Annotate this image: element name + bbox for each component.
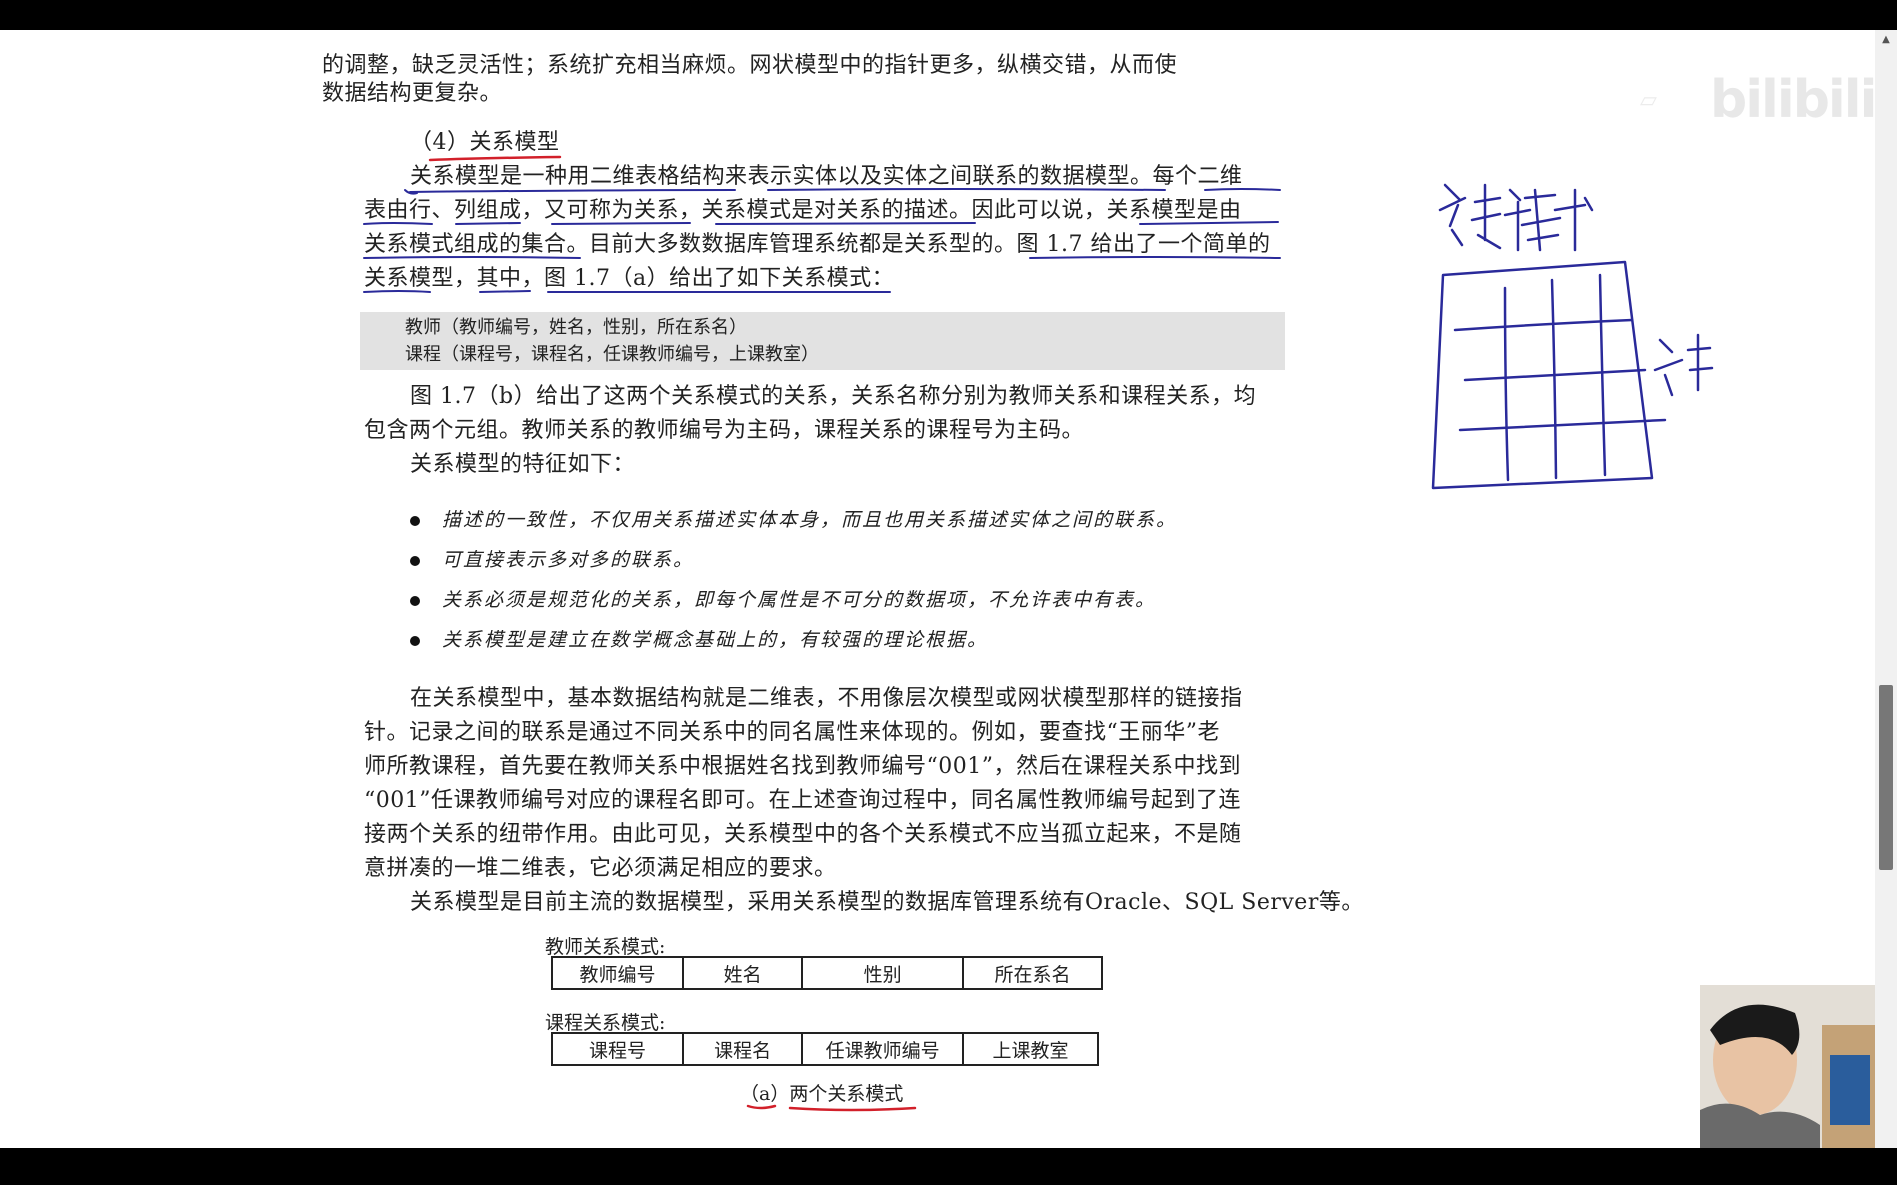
table-header-cell: 任课教师编号: [801, 1032, 964, 1066]
para1-line-3: 关系模式组成的集合。目前大多数数据库管理系统都是关系型的。图 1.7 给出了一个…: [364, 232, 1271, 257]
scroll-up-arrow-icon[interactable]: ▲: [1880, 34, 1892, 46]
presenter-webcam-overlay: [1700, 985, 1875, 1148]
bullet-dot-icon: [410, 596, 420, 606]
para3-line-2: 针。记录之间的联系是通过不同关系中的同名属性来体现的。例如，要查找“王丽华”老: [364, 720, 1220, 745]
caption-underline: [788, 1106, 917, 1112]
para2-line-2: 包含两个元组。教师关系的教师编号为主码，课程关系的课程号为主码。: [364, 418, 1085, 443]
hand-grid-v1: [1503, 286, 1510, 482]
teacher-schema-table: 教师编号 姓名 性别 所在系名: [550, 956, 1103, 990]
vertical-scrollbar[interactable]: ▲: [1875, 30, 1897, 1148]
para3-line-1: 在关系模型中，基本数据结构就是二维表，不用像层次模型或网状模型那样的链接指: [410, 686, 1243, 711]
table-header-cell: 姓名: [682, 956, 804, 990]
hand-text-left-3: [1503, 188, 1562, 252]
para3-line-4: “001”任课教师编号对应的课程名即可。在上述查询过程中，同名属性教师编号起到了…: [364, 788, 1241, 813]
hand-text-right: [1653, 333, 1714, 397]
heading-underline: [428, 155, 562, 162]
schema-line-teacher: 教师（教师编号，姓名，性别，所在系名）: [405, 317, 747, 338]
course-schema-label: 课程关系模式:: [545, 1012, 666, 1034]
para3-line-6: 意拼凑的一堆二维表，它必须满足相应的要求。: [364, 856, 837, 881]
intro-line-1: 的调整，缺乏灵活性；系统扩充相当麻烦。网状模型中的指针更多，纵横交错，从而使: [322, 53, 1178, 78]
bullet-dot-icon: [410, 556, 420, 566]
vertical-scrollbar-thumb[interactable]: [1879, 685, 1893, 870]
para2-line-3: 关系模型的特征如下：: [410, 452, 636, 477]
teacher-schema-label: 教师关系模式:: [545, 936, 666, 958]
para1-line-1: 关系模型是一种用二维表格结构来表示实体以及实体之间联系的数据模型。每个二维: [410, 164, 1243, 189]
feature-item: 描述的一致性，不仅用关系描述实体本身，而且也用关系描述实体之间的联系。: [410, 507, 1177, 533]
para3-line-5: 接两个关系的纽带作用。由此可见，关系模型中的各个关系模式不应当孤立起来，不是随: [364, 822, 1242, 847]
hand-grid-v2: [1550, 278, 1558, 480]
para3-line-3: 师所教课程，首先要在教师关系中根据姓名找到教师编号“001”，然后在课程关系中找…: [364, 754, 1241, 779]
bilibili-watermark-logo: bilibili: [1710, 70, 1875, 130]
feature-item: 可直接表示多对多的联系。: [410, 547, 694, 573]
table-header-cell: 教师编号: [550, 956, 685, 990]
watermark-logo-small: ▱: [1640, 88, 1657, 113]
caption-underline-a: [746, 1104, 777, 1110]
bullet-dot-icon: [410, 516, 420, 526]
bullet-dot-icon: [410, 636, 420, 646]
table-header-cell: 所在系名: [962, 956, 1103, 990]
table-header-cell: 课程号: [550, 1032, 685, 1066]
table-row: 教师编号 姓名 性别 所在系名: [550, 956, 1103, 990]
hand-grid-h2: [1463, 368, 1647, 382]
para3-line-7: 关系模型是目前主流的数据模型，采用关系模型的数据库管理系统有Oracle、SQL…: [410, 890, 1364, 915]
schema-box: 教师（教师编号，姓名，性别，所在系名） 课程（课程号，课程名，任课教师编号，上课…: [360, 312, 1285, 370]
hand-grid-h1: [1453, 318, 1634, 332]
figure-caption: （a）两个关系模式: [740, 1083, 904, 1105]
hand-text-left-2: [1470, 183, 1502, 250]
course-schema-table: 课程号 课程名 任课教师编号 上课教室: [550, 1032, 1100, 1066]
hand-grid-outline: [1431, 260, 1654, 490]
table-header-cell: 上课教室: [961, 1032, 1100, 1066]
table-header-cell: 课程名: [682, 1032, 804, 1066]
hand-grid-h3: [1458, 418, 1667, 432]
bottom-black-bar: [0, 1148, 1897, 1185]
schema-line-course: 课程（课程号，课程名，任课教师编号，上课教室）: [405, 344, 819, 365]
hand-grid-v3: [1598, 273, 1607, 477]
hand-text-left-4: [1553, 188, 1594, 252]
feature-item: 关系必须是规范化的关系，即每个属性是不可分的数据项，不允许表中有表。: [410, 587, 1156, 613]
para2-line-1: 图 1.7（b）给出了这两个关系模式的关系，关系名称分别为教师关系和课程关系，均: [410, 384, 1257, 409]
table-row: 课程号 课程名 任课教师编号 上课教室: [550, 1032, 1100, 1066]
top-black-bar: [0, 0, 1897, 30]
intro-line-2: 数据结构更复杂。: [322, 81, 503, 106]
feature-item: 关系模型是建立在数学概念基础上的，有较强的理论根据。: [410, 627, 988, 653]
para1-line-2: 表由行、列组成，又可称为关系，关系模式是对关系的描述。因此可以说，关系模型是由: [364, 198, 1242, 223]
hand-text-left: [1438, 183, 1467, 247]
para1-line-4: 关系模型，其中，图 1.7（a）给出了如下关系模式：: [364, 266, 895, 291]
table-header-cell: 性别: [801, 956, 964, 990]
section-heading: （4）关系模型: [410, 130, 560, 155]
document-page: 的调整，缺乏灵活性；系统扩充相当麻烦。网状模型中的指针更多，纵横交错，从而使 数…: [0, 30, 1875, 1148]
